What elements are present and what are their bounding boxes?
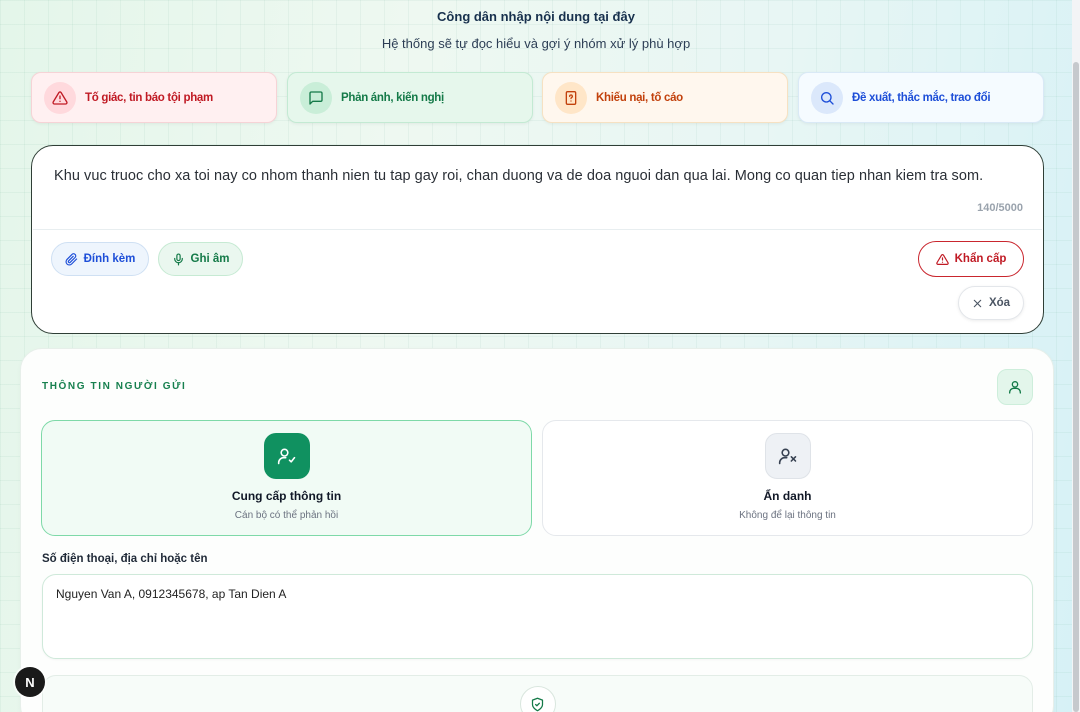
paperclip-icon (65, 252, 78, 266)
attach-label: Đính kèm (83, 253, 136, 265)
contact-input[interactable]: Nguyen Van A, 0912345678, ap Tan Dien A (42, 574, 1033, 659)
category-suggestion[interactable]: Đề xuất, thắc mắc, trao đổi (798, 72, 1044, 123)
privacy-panel (42, 675, 1033, 712)
category-label: Phản ánh, kiến nghị (341, 91, 444, 104)
file-question-icon (555, 81, 587, 114)
contact-field-label: Số điện thoại, địa chỉ hoặc tên (42, 553, 208, 565)
page-title: Công dân nhập nội dung tại đây (437, 9, 635, 24)
alert-triangle-icon (935, 253, 949, 266)
scrollbar-thumb[interactable] (1073, 62, 1079, 712)
user-x-icon (764, 433, 811, 479)
sender-info-card: THÔNG TIN NGƯỜI GỬI Cung cấp thông tin C… (20, 348, 1054, 712)
user-profile-button[interactable] (997, 369, 1033, 405)
search-icon (811, 81, 843, 114)
dev-indicator-badge[interactable]: N (15, 667, 45, 697)
urgent-button[interactable]: Khẩn cấp (918, 241, 1024, 277)
microphone-icon (172, 252, 185, 266)
page-subtitle: Hệ thống sẽ tự đọc hiểu và gợi ý nhóm xử… (381, 36, 691, 51)
category-crime-report[interactable]: Tố giác, tin báo tội phạm (31, 72, 277, 123)
user-check-icon (263, 433, 310, 479)
option-title: Cung cấp thông tin (231, 489, 342, 503)
clear-label: Xóa (988, 297, 1011, 309)
shield-button[interactable] (519, 686, 556, 712)
record-button[interactable]: Ghi âm (158, 242, 243, 276)
shield-check-icon (530, 697, 545, 712)
category-feedback[interactable]: Phản ánh, kiến nghị (287, 72, 533, 123)
attach-button[interactable]: Đính kèm (51, 242, 149, 276)
category-complaint[interactable]: Khiếu nại, tố cáo (542, 72, 788, 123)
option-title: Ẩn danh (763, 489, 812, 503)
divider (33, 229, 1042, 230)
section-heading: THÔNG TIN NGƯỜI GỬI (42, 381, 187, 392)
user-icon (1007, 379, 1023, 395)
message-square-icon (300, 81, 332, 114)
close-icon (972, 298, 983, 309)
record-label: Ghi âm (190, 253, 230, 265)
category-label: Đề xuất, thắc mắc, trao đổi (852, 91, 991, 104)
category-label: Khiếu nại, tố cáo (596, 91, 683, 104)
option-anonymous[interactable]: Ẩn danh Không để lại thông tin (542, 420, 1033, 536)
category-label: Tố giác, tin báo tội phạm (85, 91, 213, 104)
character-count: 140/5000 (977, 202, 1023, 214)
message-textarea[interactable]: Khu vuc truoc cho xa toi nay co nhom tha… (54, 168, 1034, 184)
option-description: Không để lại thông tin (739, 510, 836, 521)
option-description: Cán bộ có thể phản hồi (234, 510, 339, 521)
urgent-label: Khẩn cấp (954, 253, 1007, 265)
option-provide-info[interactable]: Cung cấp thông tin Cán bộ có thể phản hồ… (41, 420, 532, 536)
clear-button[interactable]: Xóa (958, 286, 1024, 320)
message-input-card: Khu vuc truoc cho xa toi nay co nhom tha… (31, 145, 1044, 334)
alert-triangle-icon (44, 81, 76, 114)
